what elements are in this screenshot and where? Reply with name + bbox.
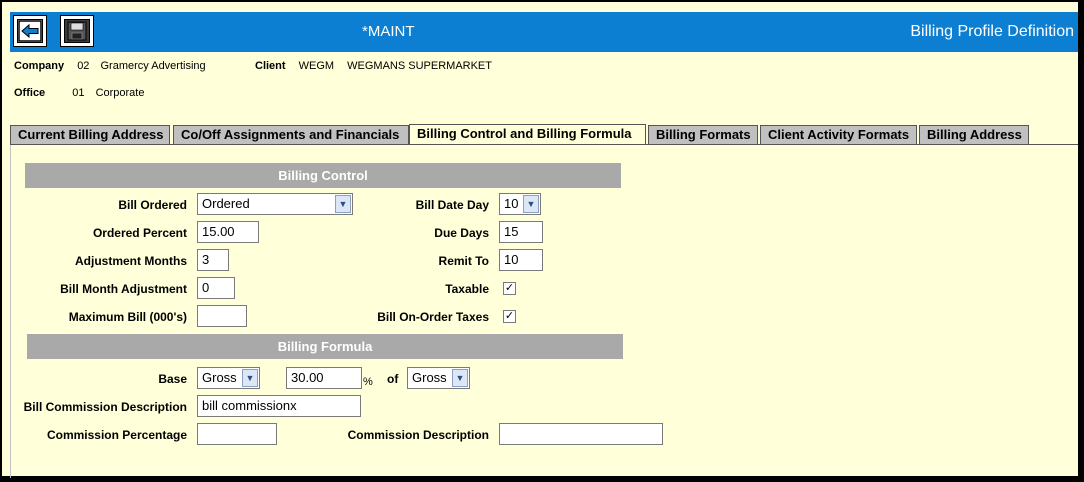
taxable-label: Taxable	[445, 282, 489, 296]
bill-date-day-select[interactable]: 10 ▼	[499, 193, 541, 215]
tab-co-off-assignments[interactable]: Co/Off Assignments and Financials	[173, 125, 409, 144]
client-code: WEGM	[298, 60, 335, 72]
tab-bar: Current Billing Address Co/Off Assignmen…	[10, 124, 1078, 145]
bill-ordered-label: Bill Ordered	[118, 198, 187, 212]
base-select[interactable]: Gross ▼	[197, 367, 260, 389]
chevron-down-icon: ▼	[242, 369, 258, 387]
percent-sign: %	[363, 376, 373, 388]
formula-percent-input[interactable]: 30.00	[286, 367, 362, 389]
header-bar: *MAINT Billing Profile Definition	[10, 12, 1078, 52]
maximum-bill-input[interactable]	[197, 305, 247, 327]
remit-to-label: Remit To	[438, 254, 489, 268]
bill-on-order-taxes-checkbox[interactable]: ✓	[503, 310, 516, 323]
billing-formula-header: Billing Formula	[27, 334, 623, 359]
back-button[interactable]	[13, 15, 47, 47]
ordered-percent-input[interactable]: 15.00	[197, 221, 259, 243]
bill-commission-description-input[interactable]: bill commissionx	[197, 395, 361, 417]
office-code: 01	[72, 87, 85, 99]
bill-ordered-value: Ordered	[202, 196, 250, 211]
tab-panel: Billing Control Bill Ordered Ordered ▼ O…	[10, 145, 1078, 478]
chevron-down-icon: ▼	[523, 195, 539, 213]
mode-label: *MAINT	[362, 23, 415, 40]
bill-month-adjustment-label: Bill Month Adjustment	[60, 282, 187, 296]
maximum-bill-label: Maximum Bill (000's)	[68, 310, 187, 324]
company-name: Gramercy Advertising	[100, 60, 206, 72]
due-days-label: Due Days	[434, 226, 489, 240]
ordered-percent-label: Ordered Percent	[92, 226, 187, 240]
save-disk-icon	[64, 19, 90, 43]
save-button[interactable]	[60, 15, 94, 47]
office-name: Corporate	[95, 87, 145, 99]
due-days-input[interactable]: 15	[499, 221, 543, 243]
bill-date-day-value: 10	[504, 196, 519, 211]
back-arrow-icon	[17, 19, 43, 43]
taxable-checkbox[interactable]: ✓	[503, 282, 516, 295]
remit-to-input[interactable]: 10	[499, 249, 543, 271]
of-label: of	[387, 372, 399, 386]
client-info: Client WEGM WEGMANS SUPERMARKET	[255, 60, 492, 72]
app-window: *MAINT Billing Profile Definition Compan…	[0, 0, 1080, 478]
company-code: 02	[77, 60, 90, 72]
bill-commission-description-label: Bill Commission Description	[23, 400, 187, 414]
client-name: WEGMANS SUPERMARKET	[347, 60, 492, 72]
commission-percentage-label: Commission Percentage	[46, 428, 187, 442]
office-label: Office	[14, 87, 46, 99]
commission-description-label: Commission Description	[347, 428, 489, 442]
office-info: Office 01 Corporate	[14, 87, 144, 99]
tab-current-billing-address[interactable]: Current Billing Address	[10, 125, 170, 144]
bill-ordered-select[interactable]: Ordered ▼	[197, 193, 353, 215]
page-title: Billing Profile Definition	[910, 23, 1074, 40]
base-label: Base	[158, 372, 187, 386]
adjustment-months-label: Adjustment Months	[75, 254, 187, 268]
commission-percentage-input[interactable]	[197, 423, 277, 445]
client-label: Client	[255, 60, 286, 72]
tab-client-activity-formats[interactable]: Client Activity Formats	[760, 125, 917, 144]
adjustment-months-input[interactable]: 3	[197, 249, 229, 271]
tab-billing-address[interactable]: Billing Address	[919, 125, 1029, 144]
chevron-down-icon: ▼	[452, 369, 468, 387]
company-label: Company	[14, 60, 65, 72]
bill-date-day-label: Bill Date Day	[415, 198, 489, 212]
bill-on-order-taxes-label: Bill On-Order Taxes	[377, 310, 489, 324]
company-info: Company 02 Gramercy Advertising	[14, 60, 206, 72]
base-value: Gross	[202, 370, 237, 385]
bill-month-adjustment-input[interactable]: 0	[197, 277, 235, 299]
chevron-down-icon: ▼	[335, 195, 351, 213]
of-value: Gross	[412, 370, 447, 385]
tab-billing-control[interactable]: Billing Control and Billing Formula	[409, 124, 646, 145]
of-select[interactable]: Gross ▼	[407, 367, 470, 389]
tab-billing-formats[interactable]: Billing Formats	[648, 125, 758, 144]
billing-control-header: Billing Control	[25, 163, 621, 188]
commission-description-input[interactable]	[499, 423, 663, 445]
